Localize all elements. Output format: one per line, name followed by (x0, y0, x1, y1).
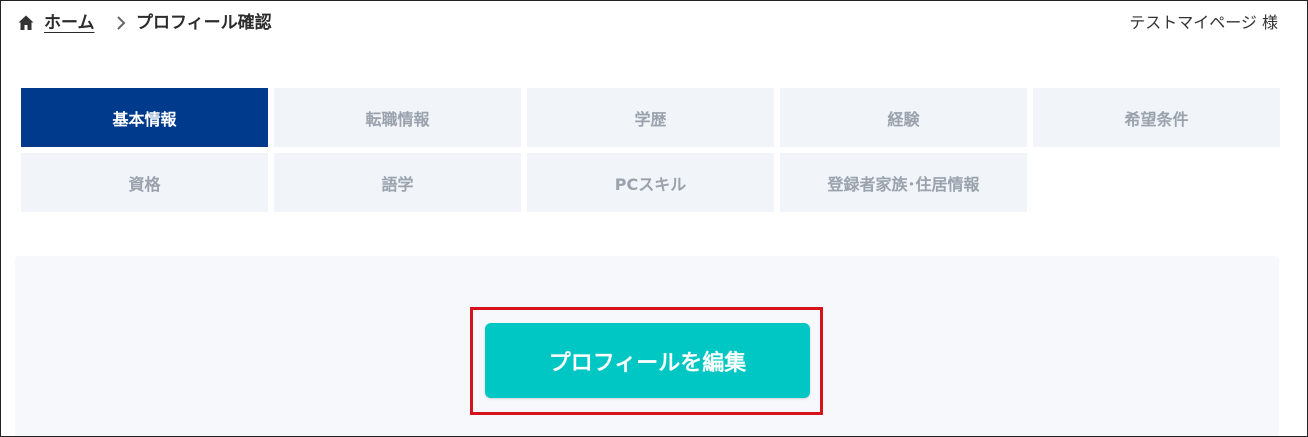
tab-family-residence-info[interactable]: 登録者家族･住居情報 (780, 153, 1027, 212)
tab-basic-info[interactable]: 基本情報 (21, 88, 268, 147)
tab-experience[interactable]: 経験 (780, 88, 1027, 147)
tab-education[interactable]: 学歴 (527, 88, 774, 147)
page-frame: ホーム プロフィール確認 テストマイページ 様 基本情報 転職情報 学歴 経験 … (0, 0, 1308, 437)
tab-pc-skills[interactable]: PCスキル (527, 153, 774, 212)
tab-languages[interactable]: 語学 (274, 153, 521, 212)
tab-qualifications[interactable]: 資格 (21, 153, 268, 212)
profile-tabs: 基本情報 転職情報 学歴 経験 希望条件 資格 語学 PCスキル 登録者家族･住… (21, 88, 1280, 212)
header: ホーム プロフィール確認 テストマイページ 様 (1, 1, 1307, 47)
breadcrumb-home-link[interactable]: ホーム (44, 11, 95, 35)
tab-desired-conditions[interactable]: 希望条件 (1033, 88, 1280, 147)
edit-profile-button[interactable]: プロフィールを編集 (485, 323, 810, 398)
chevron-right-icon (114, 15, 128, 31)
home-icon[interactable] (17, 14, 35, 32)
breadcrumb-current: プロフィール確認 (136, 13, 272, 33)
user-name-label: テストマイページ 様 (1129, 13, 1278, 32)
tab-job-change-info[interactable]: 転職情報 (274, 88, 521, 147)
